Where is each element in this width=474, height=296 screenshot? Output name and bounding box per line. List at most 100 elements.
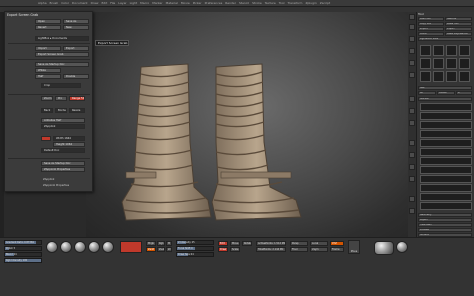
- menu-alpha[interactable]: Alpha: [38, 1, 47, 5]
- solo-icon[interactable]: [409, 208, 415, 214]
- paste-tool-button[interactable]: Paste Tool: [445, 22, 472, 26]
- subtool-list[interactable]: [420, 175, 472, 183]
- scale-icon[interactable]: [409, 164, 415, 170]
- menu-stencil[interactable]: Stencil: [239, 1, 249, 5]
- m-button[interactable]: M: [166, 241, 172, 246]
- rotate-icon[interactable]: [409, 176, 415, 182]
- open-button[interactable]: Open: [35, 19, 61, 24]
- color-swatch[interactable]: [120, 241, 142, 253]
- menu-render[interactable]: Render: [225, 1, 236, 5]
- goz-all-button[interactable]: All: [418, 91, 436, 95]
- rgb-button[interactable]: Rgb: [157, 241, 165, 246]
- matcap-icon[interactable]: [396, 241, 408, 253]
- tool-thumbnail[interactable]: [420, 45, 431, 56]
- brush-preview-icon[interactable]: [46, 241, 58, 253]
- goz-r-button[interactable]: R: [456, 91, 472, 95]
- import-tool-button[interactable]: Import: [418, 27, 444, 31]
- aahalf-icon[interactable]: [409, 72, 415, 78]
- half-button[interactable]: Half: [35, 74, 61, 79]
- make-polymesh-button[interactable]: Make PolyMesh3D: [445, 32, 472, 36]
- resize-button[interactable]: Resize: [69, 108, 85, 113]
- menu-draw[interactable]: Draw: [91, 1, 99, 5]
- tool-thumbnail[interactable]: [459, 71, 470, 82]
- menu-color[interactable]: Color: [61, 1, 69, 5]
- tool-thumbnail[interactable]: [459, 58, 470, 69]
- menu-light[interactable]: Light: [130, 1, 138, 5]
- xyz-button[interactable]: XYZ: [330, 241, 344, 246]
- menu-zplugin[interactable]: Zplugin: [305, 1, 316, 5]
- subtool-list[interactable]: [420, 157, 472, 165]
- clone-button[interactable]: Clone: [418, 32, 444, 36]
- menu-marker[interactable]: Marker: [152, 1, 162, 5]
- scale-button[interactable]: Scale: [230, 247, 240, 252]
- save-as-startup-doc-button[interactable]: Save As Startup Doc: [35, 62, 89, 67]
- edit-button[interactable]: Edit: [218, 241, 228, 246]
- rgb-intensity-slider[interactable]: Rgb Intensity 100: [4, 258, 42, 263]
- menu-macro[interactable]: Macro: [140, 1, 149, 5]
- subtool-list[interactable]: [420, 130, 472, 138]
- tool-thumbnail[interactable]: [420, 58, 431, 69]
- floor-icon[interactable]: [409, 108, 415, 114]
- menu-texture[interactable]: Texture: [265, 1, 276, 5]
- menu-layer[interactable]: Layer: [118, 1, 126, 5]
- draw-button[interactable]: Draw: [218, 247, 228, 252]
- menu-preferences[interactable]: Preferences: [205, 1, 223, 5]
- bpr-icon[interactable]: [409, 14, 415, 20]
- subtool-list[interactable]: [420, 148, 472, 156]
- subtool-list[interactable]: [420, 166, 472, 174]
- load-tool-button[interactable]: Load Tool: [418, 17, 444, 21]
- lsym-button[interactable]: LSym: [310, 247, 328, 252]
- border-button[interactable]: Border 0: [55, 108, 67, 113]
- section-preview[interactable]: Preview: [418, 228, 472, 232]
- new-document-button[interactable]: New: [63, 25, 89, 30]
- tool-thumbnail[interactable]: [446, 71, 457, 82]
- scroll-icon[interactable]: [409, 36, 415, 42]
- zsub-button[interactable]: Zsub: [157, 247, 165, 252]
- export-screen-grab-button[interactable]: Export Screen Grab: [35, 52, 89, 57]
- polish-slider[interactable]: Polish 5: [4, 246, 42, 251]
- tool-thumbnail[interactable]: [446, 45, 457, 56]
- section-subtool[interactable]: SubTool: [418, 97, 472, 101]
- revert-button[interactable]: Revert: [35, 25, 61, 30]
- width-slider[interactable]: Width 1664: [53, 136, 85, 141]
- height-slider[interactable]: Height 1064: [53, 142, 85, 147]
- default-doc-button[interactable]: Default Doc: [41, 148, 85, 153]
- copy-tool-button[interactable]: Copy Tool: [418, 22, 444, 26]
- double-button[interactable]: Double: [63, 74, 89, 79]
- subtool-list[interactable]: [420, 103, 472, 111]
- zoom-icon[interactable]: [409, 48, 415, 54]
- goz-visible-button[interactable]: Visible: [437, 91, 455, 95]
- draw-size-slider[interactable]: Draw Size 64: [176, 252, 214, 257]
- save-tool-button[interactable]: Save As: [445, 17, 472, 21]
- export-tool-button[interactable]: Export: [445, 27, 472, 31]
- blend-slider[interactable]: Blend 24: [4, 252, 42, 257]
- menu-brush[interactable]: Brush: [50, 1, 59, 5]
- zcut-button[interactable]: Zcut: [166, 247, 172, 252]
- floor-button[interactable]: Floor: [290, 247, 308, 252]
- zapplink-button[interactable]: ZApplink: [41, 124, 85, 129]
- move-icon[interactable]: [409, 152, 415, 158]
- menu-edit[interactable]: Edit: [101, 1, 107, 5]
- subtool-list[interactable]: [420, 184, 472, 192]
- menu-movie[interactable]: Movie: [181, 1, 190, 5]
- subtool-list[interactable]: [420, 121, 472, 129]
- menu-tool[interactable]: Tool: [279, 1, 285, 5]
- subtool-list[interactable]: [420, 112, 472, 120]
- local-icon[interactable]: [409, 120, 415, 126]
- pro-button[interactable]: Pro: [55, 96, 67, 101]
- subtool-list[interactable]: [420, 139, 472, 147]
- menu-material[interactable]: Material: [166, 1, 178, 5]
- antialias-button[interactable]: Antialias Half: [41, 118, 85, 123]
- alpha-preview-icon[interactable]: [74, 241, 86, 253]
- mrgb-button[interactable]: Mrgb: [146, 241, 156, 246]
- export-button[interactable]: Export: [63, 46, 89, 51]
- texture-preview-icon[interactable]: [88, 241, 100, 253]
- tool-thumbnail[interactable]: [459, 45, 470, 56]
- section-fibermesh[interactable]: FiberMesh: [418, 223, 472, 227]
- save-as-base-button[interactable]: Save As Startup Doc: [41, 161, 85, 166]
- move-button[interactable]: Move: [230, 241, 240, 246]
- tool-thumbnail[interactable]: [433, 71, 444, 82]
- stroke-preview-icon[interactable]: [60, 241, 72, 253]
- tool-thumbnail[interactable]: [420, 71, 431, 82]
- tool-thumbnail[interactable]: [446, 58, 457, 69]
